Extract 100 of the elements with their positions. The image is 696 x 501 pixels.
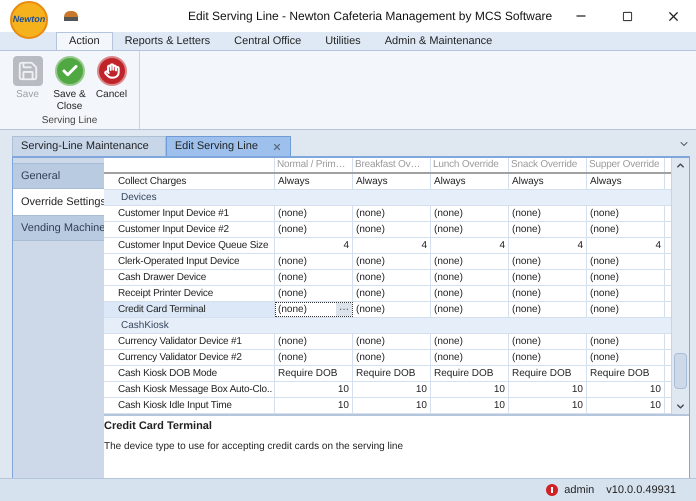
category-label: CashKiosk — [121, 319, 169, 333]
ribbon-tab[interactable]: Central Office — [222, 32, 314, 50]
maximize-icon[interactable] — [622, 10, 632, 22]
close-tab-icon[interactable] — [272, 142, 282, 152]
property-editor[interactable]: (none) ··· — [275, 302, 353, 317]
property-value[interactable]: (none) — [353, 222, 431, 237]
property-value[interactable]: (none) — [353, 254, 431, 269]
property-value[interactable]: (none) — [509, 286, 587, 301]
ribbon-button[interactable]: Save & Close — [52, 56, 88, 113]
property-value[interactable]: 4 — [587, 238, 665, 253]
property-value[interactable]: 10 — [587, 398, 665, 413]
property-value[interactable]: 10 — [587, 382, 665, 397]
property-name[interactable]: Currency Validator Device #1 — [104, 334, 275, 349]
property-value[interactable]: (none) — [587, 350, 665, 365]
property-value[interactable]: (none) — [431, 350, 509, 365]
property-name[interactable]: Clerk-Operated Input Device — [104, 254, 275, 269]
property-value[interactable]: Always — [353, 174, 431, 189]
property-value[interactable]: 4 — [353, 238, 431, 253]
property-value[interactable]: Require DOB — [431, 366, 509, 381]
property-value[interactable]: (none) — [587, 206, 665, 221]
property-value[interactable]: (none) — [509, 270, 587, 285]
side-nav-item[interactable]: General — [13, 163, 104, 189]
property-value[interactable]: 4 — [275, 238, 353, 253]
ribbon-tab[interactable]: Admin & Maintenance — [372, 32, 504, 50]
ellipsis-button[interactable]: ··· — [336, 303, 352, 316]
property-value[interactable]: (none) — [353, 206, 431, 221]
property-value[interactable]: (none) — [587, 286, 665, 301]
property-value[interactable]: Always — [431, 174, 509, 189]
property-value[interactable]: (none) — [275, 206, 353, 221]
error-icon[interactable] — [546, 484, 558, 496]
property-value[interactable]: Require DOB — [353, 366, 431, 381]
property-value[interactable]: (none) — [275, 254, 353, 269]
property-value[interactable]: (none) — [509, 254, 587, 269]
property-value[interactable]: Require DOB — [509, 366, 587, 381]
scroll-thumb[interactable] — [674, 353, 687, 389]
property-value[interactable]: (none) — [353, 270, 431, 285]
ribbon-tab[interactable]: Action — [56, 32, 113, 50]
category-label: Devices — [121, 191, 157, 205]
property-name[interactable]: Customer Input Device #1 — [104, 206, 275, 221]
property-name[interactable]: Currency Validator Device #2 — [104, 350, 275, 365]
description-title: Credit Card Terminal — [104, 419, 213, 434]
property-value[interactable]: 10 — [509, 382, 587, 397]
property-value[interactable]: 10 — [509, 398, 587, 413]
property-value[interactable]: (none) — [275, 270, 353, 285]
property-value[interactable]: 10 — [353, 398, 431, 413]
property-value[interactable]: (none) — [275, 286, 353, 301]
property-value[interactable]: 10 — [431, 398, 509, 413]
property-value[interactable]: (none) — [509, 302, 587, 317]
property-value[interactable]: (none) — [275, 222, 353, 237]
property-value[interactable]: (none) — [431, 334, 509, 349]
property-value[interactable]: (none) — [509, 334, 587, 349]
side-nav-item[interactable]: Override Settings — [13, 189, 104, 215]
property-value[interactable]: (none) — [431, 254, 509, 269]
document-tab[interactable]: Edit Serving Line — [166, 136, 291, 156]
property-value[interactable]: (none) — [431, 286, 509, 301]
property-value[interactable]: (none) — [509, 222, 587, 237]
property-name[interactable]: Cash Kiosk Message Box Auto-Clo.. — [104, 382, 275, 397]
property-value[interactable]: (none) — [587, 334, 665, 349]
property-value[interactable]: (none) — [353, 286, 431, 301]
property-value[interactable]: 4 — [431, 238, 509, 253]
property-value[interactable]: Require DOB — [275, 366, 353, 381]
property-value[interactable]: 10 — [353, 382, 431, 397]
property-value[interactable]: (none) — [353, 302, 431, 317]
property-name[interactable]: Cash Drawer Device — [104, 270, 275, 285]
property-name[interactable]: Cash Kiosk DOB Mode — [104, 366, 275, 381]
property-name[interactable]: Collect Charges — [104, 174, 275, 189]
property-name[interactable]: Receipt Printer Device — [104, 286, 275, 301]
property-value[interactable]: (none) — [587, 254, 665, 269]
document-tab[interactable]: Serving-Line Maintenance — [12, 136, 166, 156]
property-value[interactable]: (none) — [431, 206, 509, 221]
property-value[interactable]: (none) — [431, 222, 509, 237]
ribbon-button[interactable]: Cancel — [94, 56, 130, 113]
window-title: Edit Serving Line - Newton Cafeteria Management by MCS Software — [188, 8, 552, 25]
property-value[interactable]: 4 — [509, 238, 587, 253]
property-value[interactable]: (none) — [353, 334, 431, 349]
property-name[interactable]: Customer Input Device Queue Size — [104, 238, 275, 253]
property-value[interactable]: 10 — [275, 382, 353, 397]
property-value[interactable]: (none) — [275, 334, 353, 349]
ribbon-tab[interactable]: Reports & Letters — [112, 32, 222, 50]
property-value[interactable]: Require DOB — [587, 366, 665, 381]
property-name[interactable]: Credit Card Terminal — [104, 302, 275, 317]
property-value[interactable]: (none) — [509, 350, 587, 365]
property-value[interactable]: 10 — [431, 382, 509, 397]
property-name[interactable]: Customer Input Device #2 — [104, 222, 275, 237]
property-value[interactable]: Always — [509, 174, 587, 189]
property-value[interactable]: Always — [587, 174, 665, 189]
ribbon-tab[interactable]: Utilities — [313, 32, 373, 50]
property-value[interactable]: (none) — [275, 350, 353, 365]
property-name[interactable]: Cash Kiosk Idle Input Time — [104, 398, 275, 413]
property-value[interactable]: (none) — [431, 302, 509, 317]
side-nav-item[interactable]: Vending Machine — [13, 215, 104, 241]
property-value[interactable]: 10 — [275, 398, 353, 413]
property-value[interactable]: Always — [275, 174, 353, 189]
property-value[interactable]: (none) — [587, 302, 665, 317]
property-value[interactable]: (none) — [587, 222, 665, 237]
property-value[interactable]: (none) — [353, 350, 431, 365]
vertical-scrollbar[interactable] — [672, 158, 689, 414]
property-value[interactable]: (none) — [431, 270, 509, 285]
property-value[interactable]: (none) — [509, 206, 587, 221]
property-value[interactable]: (none) — [587, 270, 665, 285]
